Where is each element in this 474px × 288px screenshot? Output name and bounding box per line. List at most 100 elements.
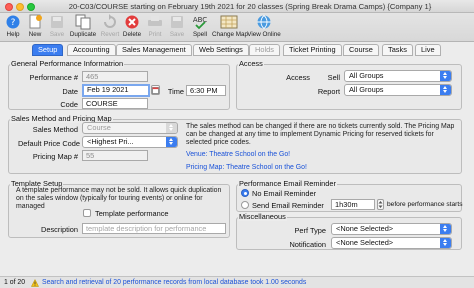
before-performance-text: before performance starts (387, 201, 463, 208)
spell-button[interactable]: ABC Spell (189, 14, 211, 41)
chevron-updown-icon (440, 85, 451, 95)
window-title: 20-C03/COURSE starting on February 19th … (68, 2, 432, 11)
print-icon (148, 16, 162, 26)
sell-access-select[interactable]: All Groups (344, 70, 452, 82)
tab-web-settings[interactable]: Web Settings (193, 44, 249, 56)
date-picker-button[interactable] (151, 85, 160, 95)
help-button[interactable]: ? Help (2, 14, 24, 41)
save-icon (51, 16, 63, 28)
minimize-window-button[interactable] (16, 3, 24, 11)
zoom-window-button[interactable] (27, 3, 35, 11)
send-email-reminder-radio[interactable] (241, 201, 249, 209)
perf-type-select[interactable]: <None Selected> (331, 223, 452, 235)
change-map-button[interactable]: Change Map (212, 14, 248, 41)
sell-access-value: All Groups (349, 71, 384, 80)
duplicate-button[interactable]: Duplicate (68, 14, 98, 41)
save-copy-button[interactable]: Save (166, 14, 188, 41)
tab-bar: Setup Accounting Sales Management Web Se… (0, 43, 474, 57)
toolbar: ? Help New Save Duplicate Revert Delete … (0, 13, 474, 42)
code-label: Code (60, 100, 78, 109)
performance-number-field[interactable]: 465 (82, 71, 148, 82)
sales-method-select[interactable]: Course (82, 122, 178, 134)
general-performance-title: General Performance Informatrion (10, 59, 125, 68)
print-button[interactable]: Print (144, 14, 166, 41)
report-access-value: All Groups (349, 85, 384, 94)
report-access-select[interactable]: All Groups (344, 84, 452, 96)
template-note: A template performance may not be sold. … (16, 187, 222, 211)
chevron-updown-icon (440, 238, 451, 248)
warning-icon (31, 279, 39, 287)
code-field[interactable]: COURSE (82, 98, 148, 109)
description-label: Description (41, 225, 78, 234)
access-label: Access (286, 73, 310, 82)
performance-number-label: Performance # (29, 73, 78, 82)
new-button[interactable]: New (25, 14, 45, 41)
new-icon (29, 14, 42, 29)
default-price-value: <Highest Pri... (87, 137, 134, 146)
close-window-button[interactable] (5, 3, 13, 11)
status-bar: 1 of 20 Search and retrieval of 20 perfo… (0, 276, 474, 288)
notification-label: Notification (289, 240, 326, 249)
sales-method-value: Course (87, 123, 111, 132)
chevron-updown-icon (440, 71, 451, 81)
default-price-select[interactable]: <Highest Pri... (82, 136, 178, 148)
default-price-label: Default Price Code (17, 139, 80, 148)
tab-setup[interactable]: Setup (32, 44, 64, 56)
send-email-reminder-label: Send Email Reminder (252, 201, 324, 210)
status-message: Search and retrieval of 20 performance r… (42, 279, 307, 286)
sales-method-note: The sales method can be changed if there… (186, 123, 455, 147)
tab-accounting[interactable]: Accounting (67, 44, 116, 56)
revert-button[interactable]: Revert (99, 14, 121, 41)
svg-text:?: ? (11, 18, 16, 28)
chevron-updown-icon (166, 137, 177, 147)
email-reminder-title: Performance Email Reminder (238, 179, 337, 188)
calendar-icon (152, 87, 159, 94)
tab-ticket-printing[interactable]: Ticket Printing (283, 44, 342, 56)
save-icon (171, 16, 183, 28)
tab-sales-management[interactable]: Sales Management (116, 44, 192, 56)
record-count: 1 of 20 (4, 279, 26, 286)
date-label: Date (62, 87, 78, 96)
duplicate-icon (75, 14, 91, 30)
date-field[interactable]: Feb 19 2021 (82, 84, 150, 97)
delete-button[interactable]: Delete (121, 14, 143, 41)
no-email-reminder-radio[interactable] (241, 189, 249, 197)
spell-icon: ABC (193, 16, 207, 30)
view-online-button[interactable]: View Online (247, 14, 281, 41)
save-button[interactable]: Save (46, 14, 68, 41)
revert-icon (104, 14, 116, 28)
delete-icon (125, 15, 139, 29)
perf-type-value: <None Selected> (336, 224, 394, 233)
access-title: Access (238, 59, 264, 68)
help-icon: ? (6, 15, 20, 29)
stepper-arrows-icon (378, 201, 383, 208)
view-online-icon (257, 15, 271, 30)
sales-method-label: Sales Method (32, 125, 78, 134)
chevron-updown-icon (166, 123, 177, 133)
pricing-map-field[interactable]: 55 (82, 150, 148, 161)
template-performance-label: Template performance (95, 209, 169, 218)
report-label: Report (317, 87, 340, 96)
sell-label: Sell (327, 73, 340, 82)
reminder-duration-stepper[interactable] (377, 199, 384, 210)
no-email-reminder-label: No Email Reminder (252, 189, 317, 198)
venue-link[interactable]: Venue: Theatre School on the Go! (186, 151, 290, 158)
miscellaneous-title: Miscellaneous (238, 212, 287, 221)
notification-select[interactable]: <None Selected> (331, 237, 452, 249)
template-performance-checkbox[interactable] (83, 209, 91, 217)
window-titlebar: 20-C03/COURSE starting on February 19th … (0, 0, 474, 13)
time-field[interactable]: 6:30 PM (186, 85, 226, 96)
reminder-duration-field[interactable]: 1h30m (331, 199, 375, 210)
tab-live[interactable]: Live (415, 44, 441, 56)
pricing-map-label: Pricing Map # (32, 152, 78, 161)
change-map-icon (220, 15, 238, 29)
chevron-updown-icon (440, 224, 451, 234)
tab-tasks[interactable]: Tasks (382, 44, 413, 56)
time-label: Time (167, 87, 184, 96)
pricing-map-link[interactable]: Pricing Map: Theatre School on the Go! (186, 164, 307, 171)
template-description-field[interactable]: template description for performance (82, 223, 226, 234)
tab-holds[interactable]: Holds (249, 44, 280, 56)
perf-type-label: Perf Type (294, 226, 327, 235)
tab-course[interactable]: Course (343, 44, 379, 56)
notification-value: <None Selected> (336, 238, 394, 247)
